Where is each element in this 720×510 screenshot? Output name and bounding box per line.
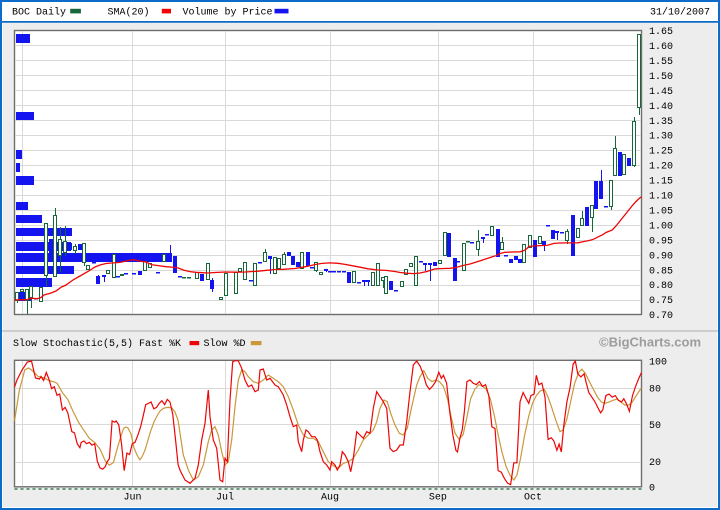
svg-text:31/10/2007: 31/10/2007 (650, 7, 710, 19)
svg-text:0.95: 0.95 (649, 236, 673, 247)
svg-text:100: 100 (649, 358, 667, 369)
svg-text:0.85: 0.85 (649, 266, 673, 277)
svg-text:1.25: 1.25 (649, 147, 673, 158)
svg-text:0: 0 (649, 484, 655, 495)
svg-text:0.70: 0.70 (649, 311, 673, 322)
svg-text:1.60: 1.60 (649, 42, 673, 53)
svg-text:1.45: 1.45 (649, 87, 673, 98)
svg-text:SMA(20): SMA(20) (108, 7, 150, 19)
svg-text:1.05: 1.05 (649, 206, 673, 217)
svg-text:1.10: 1.10 (649, 192, 673, 203)
svg-text:Oct: Oct (524, 493, 542, 504)
svg-text:1.55: 1.55 (649, 57, 673, 68)
svg-text:Slow Stochastic(5,5) Fast %K: Slow Stochastic(5,5) Fast %K (13, 338, 181, 350)
svg-text:1.65: 1.65 (649, 27, 673, 38)
svg-text:1.15: 1.15 (649, 177, 673, 188)
svg-text:20: 20 (649, 458, 661, 469)
svg-text:0.80: 0.80 (649, 281, 673, 292)
svg-text:80: 80 (649, 385, 661, 396)
svg-text:1.30: 1.30 (649, 132, 673, 143)
svg-text:Jun: Jun (123, 493, 141, 504)
svg-text:Volume by Price: Volume by Price (183, 7, 273, 19)
svg-text:50: 50 (649, 421, 661, 432)
svg-text:Slow %D: Slow %D (204, 338, 246, 350)
svg-text:Aug: Aug (321, 493, 339, 504)
svg-text:0.90: 0.90 (649, 251, 673, 262)
svg-text:Sep: Sep (429, 493, 447, 504)
svg-text:1.20: 1.20 (649, 162, 673, 173)
svg-text:©BigCharts.com: ©BigCharts.com (599, 335, 701, 350)
svg-text:Jul: Jul (216, 492, 234, 504)
svg-text:1.00: 1.00 (649, 221, 673, 232)
svg-text:1.40: 1.40 (649, 102, 673, 113)
svg-text:1.50: 1.50 (649, 72, 673, 83)
svg-text:BOC Daily: BOC Daily (12, 7, 66, 19)
svg-text:1.35: 1.35 (649, 117, 673, 128)
svg-text:0.75: 0.75 (649, 296, 673, 307)
